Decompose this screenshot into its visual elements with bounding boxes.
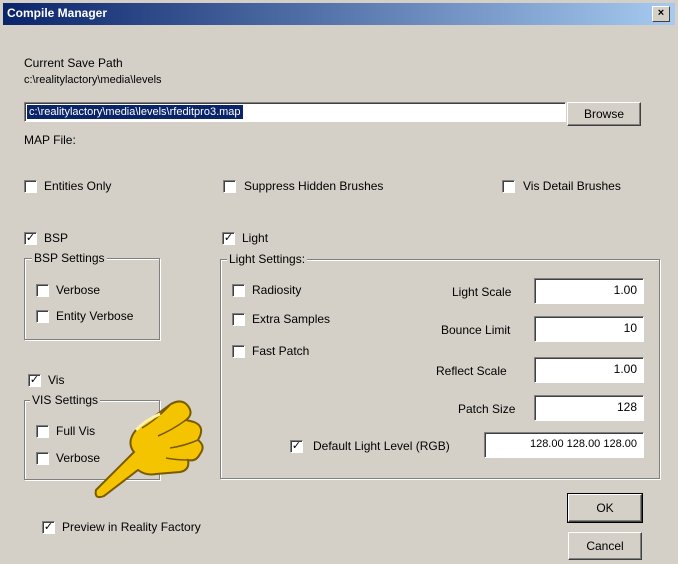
save-path-value: c:\realitylactory\media\levels — [24, 74, 162, 86]
vis-detail-label: Vis Detail Brushes — [523, 179, 621, 193]
bsp-verbose-checkbox[interactable] — [36, 284, 49, 297]
extra-samples-label: Extra Samples — [252, 312, 331, 326]
vis-label: Vis — [48, 373, 65, 387]
cancel-button[interactable]: Cancel — [568, 532, 642, 560]
default-light-checkbox[interactable]: ✓ — [290, 440, 303, 453]
light-settings-title: Light Settings: — [227, 252, 308, 266]
radiosity-checkbox[interactable] — [232, 284, 245, 297]
check-mark-icon: ✓ — [223, 232, 234, 244]
patch-size-label: Patch Size — [458, 402, 516, 416]
bounce-limit-label: Bounce Limit — [441, 323, 511, 337]
map-file-input[interactable]: c:\realitylactory\media\levels\rfeditpro… — [24, 102, 566, 122]
entities-only-label: Entities Only — [44, 179, 112, 193]
extra-samples-checkbox[interactable] — [232, 313, 245, 326]
vis-verbose-checkbox[interactable] — [36, 452, 49, 465]
suppress-hidden-checkbox[interactable] — [223, 180, 236, 193]
radiosity-label: Radiosity — [252, 283, 302, 297]
close-button[interactable]: × — [652, 6, 670, 22]
ok-button[interactable]: OK — [567, 493, 643, 523]
bsp-checkbox[interactable]: ✓ — [24, 232, 37, 245]
light-scale-label: Light Scale — [452, 285, 512, 299]
fast-patch-checkbox[interactable] — [232, 345, 245, 358]
entities-only-checkbox[interactable] — [24, 180, 37, 193]
check-mark-icon: ✓ — [291, 440, 302, 452]
light-checkbox[interactable]: ✓ — [222, 232, 235, 245]
save-path-label: Current Save Path — [24, 56, 123, 70]
check-mark-icon: ✓ — [29, 374, 40, 386]
vis-full-checkbox[interactable] — [36, 425, 49, 438]
bsp-settings-title: BSP Settings — [32, 251, 107, 265]
preview-label: Preview in Reality Factory — [62, 520, 201, 534]
browse-button[interactable]: Browse — [567, 102, 641, 126]
bsp-label: BSP — [44, 231, 69, 245]
map-file-value: c:\realitylactory\media\levels\rfeditpro… — [27, 105, 243, 119]
pointing-hand-icon — [94, 400, 204, 499]
vis-checkbox[interactable]: ✓ — [28, 374, 41, 387]
default-light-label: Default Light Level (RGB) — [313, 439, 450, 453]
map-file-label: MAP File: — [24, 133, 76, 147]
vis-detail-checkbox[interactable] — [502, 180, 515, 193]
patch-size-input[interactable]: 128 — [534, 395, 644, 421]
reflect-scale-label: Reflect Scale — [436, 364, 507, 378]
bsp-settings-group — [24, 258, 160, 340]
light-label: Light — [242, 231, 269, 245]
close-icon: × — [657, 7, 665, 19]
light-scale-input[interactable]: 1.00 — [534, 278, 644, 304]
window-title: Compile Manager — [7, 6, 108, 20]
bounce-limit-input[interactable]: 10 — [534, 316, 644, 342]
preview-checkbox[interactable]: ✓ — [42, 521, 55, 534]
check-mark-icon: ✓ — [25, 232, 36, 244]
fast-patch-label: Fast Patch — [252, 344, 310, 358]
default-light-input[interactable]: 128.00 128.00 128.00 — [484, 432, 644, 458]
suppress-hidden-label: Suppress Hidden Brushes — [244, 179, 384, 193]
bsp-verbose-label: Verbose — [56, 283, 101, 297]
check-mark-icon: ✓ — [43, 521, 54, 533]
bsp-entity-verbose-label: Entity Verbose — [56, 309, 134, 323]
reflect-scale-input[interactable]: 1.00 — [534, 357, 644, 383]
bsp-entity-verbose-checkbox[interactable] — [36, 310, 49, 323]
